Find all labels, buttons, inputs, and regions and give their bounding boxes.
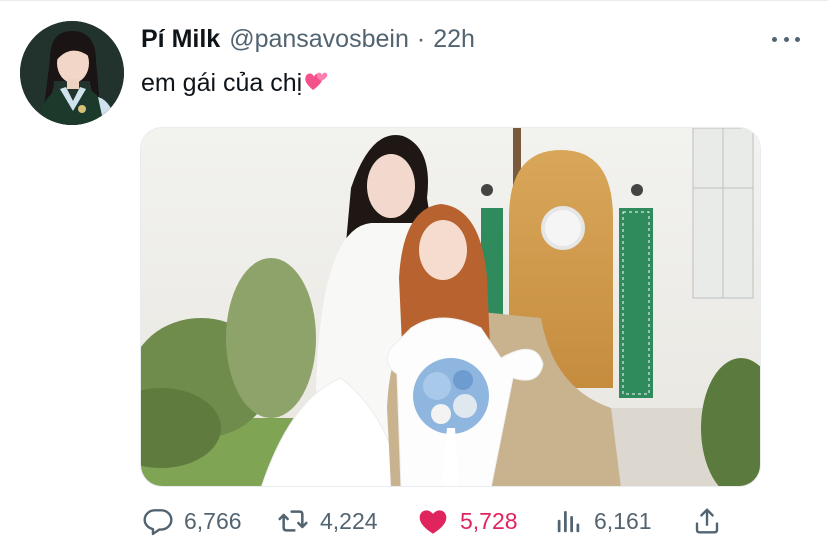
- top-divider: [0, 0, 828, 1]
- two-hearts-emoji-icon: [304, 68, 330, 99]
- tweet-media-photo[interactable]: [140, 127, 761, 487]
- tweet-action-bar: 6,766 4,224 5,728 6,161: [140, 503, 740, 539]
- analytics-icon: [557, 511, 580, 533]
- author-avatar[interactable]: [20, 21, 124, 125]
- views-button[interactable]: 6,161: [554, 503, 652, 539]
- separator-dot: ·: [416, 24, 426, 53]
- heart-filled-icon: [419, 510, 447, 534]
- views-count: 6,161: [594, 507, 652, 534]
- reply-count: 6,766: [184, 507, 242, 534]
- share-button[interactable]: [692, 503, 732, 539]
- author-name[interactable]: Pí Milk: [141, 25, 220, 54]
- tweet-timestamp[interactable]: 22h: [433, 25, 475, 54]
- like-button[interactable]: 5,728: [416, 503, 518, 539]
- author-handle[interactable]: @pansavosbein: [229, 25, 409, 54]
- retweet-button[interactable]: 4,224: [276, 503, 378, 539]
- avatar-image: [20, 21, 124, 125]
- reply-button[interactable]: 6,766: [142, 503, 242, 539]
- more-dots-icon[interactable]: [772, 30, 800, 48]
- share-icon: [695, 508, 719, 534]
- tweet-text: em gái của chị: [141, 68, 330, 99]
- like-count: 5,728: [460, 507, 518, 534]
- tweet-text-body: em gái của chị: [141, 69, 303, 97]
- tweet-header: Pí Milk @pansavosbein · 22h: [141, 22, 475, 56]
- retweet-count: 4,224: [320, 507, 378, 534]
- reply-icon: [143, 509, 173, 536]
- photo-image: [141, 128, 760, 486]
- retweet-icon: [278, 510, 308, 532]
